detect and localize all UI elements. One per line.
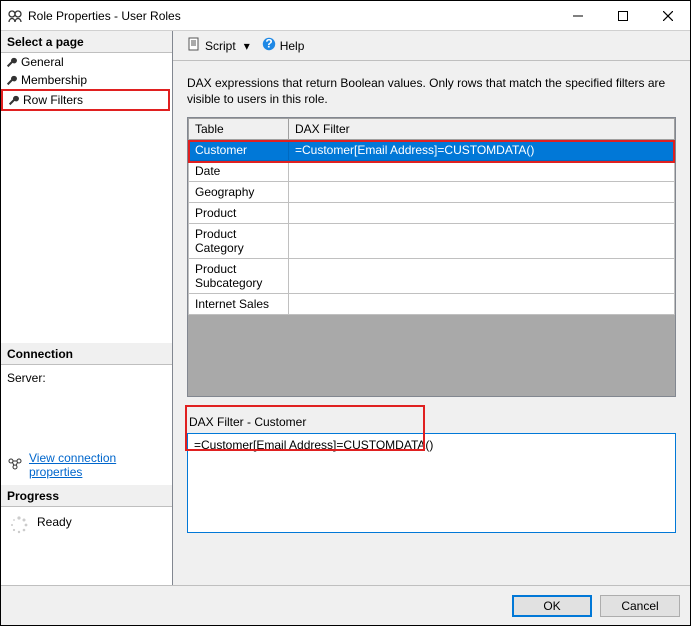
page-label: General bbox=[21, 55, 64, 69]
script-button[interactable]: Script ▾ bbox=[183, 35, 254, 56]
page-membership[interactable]: Membership bbox=[1, 71, 172, 89]
content-area: Script ▾ ? Help DAX expressions that ret… bbox=[173, 31, 690, 585]
sidebar: Select a page General Membership Row bbox=[1, 31, 173, 585]
progress-header: Progress bbox=[1, 485, 172, 507]
cell-filter[interactable] bbox=[289, 294, 675, 315]
window-title: Role Properties - User Roles bbox=[28, 9, 555, 23]
dropdown-icon: ▾ bbox=[244, 39, 250, 53]
page-general[interactable]: General bbox=[1, 53, 172, 71]
minimize-button[interactable] bbox=[555, 1, 600, 30]
app-icon bbox=[7, 8, 23, 24]
connection-header: Connection bbox=[1, 343, 172, 365]
dax-filter-label: DAX Filter - Customer bbox=[187, 411, 308, 433]
close-button[interactable] bbox=[645, 1, 690, 30]
cell-table[interactable]: Product Category bbox=[189, 224, 289, 259]
cell-filter[interactable] bbox=[289, 224, 675, 259]
table-row[interactable]: Customer=Customer[Email Address]=CUSTOMD… bbox=[189, 140, 675, 161]
wrench-icon bbox=[5, 57, 17, 68]
cell-table[interactable]: Customer bbox=[189, 140, 289, 161]
server-label: Server: bbox=[7, 371, 166, 385]
page-label: Row Filters bbox=[23, 93, 83, 107]
progress-status: Ready bbox=[37, 515, 72, 529]
cell-filter[interactable] bbox=[289, 259, 675, 294]
script-label: Script bbox=[205, 39, 236, 53]
help-button[interactable]: ? Help bbox=[258, 35, 309, 56]
wrench-icon bbox=[7, 95, 19, 106]
toolbar: Script ▾ ? Help bbox=[173, 31, 690, 61]
view-connection-link[interactable]: View connection properties bbox=[29, 451, 166, 479]
dialog-window: Role Properties - User Roles Select a pa… bbox=[0, 0, 691, 626]
ok-button[interactable]: OK bbox=[512, 595, 592, 617]
cell-table[interactable]: Geography bbox=[189, 182, 289, 203]
script-icon bbox=[187, 37, 201, 54]
svg-text:?: ? bbox=[265, 37, 272, 51]
column-header-filter[interactable]: DAX Filter bbox=[289, 119, 675, 140]
table-row[interactable]: Product Subcategory bbox=[189, 259, 675, 294]
cell-table[interactable]: Product Subcategory bbox=[189, 259, 289, 294]
cell-table[interactable]: Product bbox=[189, 203, 289, 224]
help-icon: ? bbox=[262, 37, 276, 54]
spinner-icon bbox=[9, 515, 29, 535]
table-row[interactable]: Product Category bbox=[189, 224, 675, 259]
dialog-footer: OK Cancel bbox=[1, 585, 690, 625]
page-row-filters[interactable]: Row Filters bbox=[1, 89, 170, 111]
page-list: General Membership Row Filters bbox=[1, 53, 172, 343]
wrench-icon bbox=[5, 75, 17, 86]
table-row[interactable]: Date bbox=[189, 161, 675, 182]
select-page-header: Select a page bbox=[1, 31, 172, 53]
table-row[interactable]: Product bbox=[189, 203, 675, 224]
cell-filter[interactable]: =Customer[Email Address]=CUSTOMDATA() bbox=[289, 140, 675, 161]
cancel-button[interactable]: Cancel bbox=[600, 595, 680, 617]
cell-filter[interactable] bbox=[289, 161, 675, 182]
connection-icon bbox=[7, 456, 23, 475]
dax-filter-editor[interactable] bbox=[187, 433, 676, 533]
cell-table[interactable]: Date bbox=[189, 161, 289, 182]
table-row[interactable]: Geography bbox=[189, 182, 675, 203]
description-text: DAX expressions that return Boolean valu… bbox=[187, 75, 676, 107]
cell-filter[interactable] bbox=[289, 203, 675, 224]
page-label: Membership bbox=[21, 73, 87, 87]
maximize-button[interactable] bbox=[600, 1, 645, 30]
cell-filter[interactable] bbox=[289, 182, 675, 203]
table-row[interactable]: Internet Sales bbox=[189, 294, 675, 315]
cell-table[interactable]: Internet Sales bbox=[189, 294, 289, 315]
titlebar: Role Properties - User Roles bbox=[1, 1, 690, 31]
help-label: Help bbox=[280, 39, 305, 53]
filter-grid[interactable]: Table DAX Filter Customer=Customer[Email… bbox=[187, 117, 676, 397]
column-header-table[interactable]: Table bbox=[189, 119, 289, 140]
